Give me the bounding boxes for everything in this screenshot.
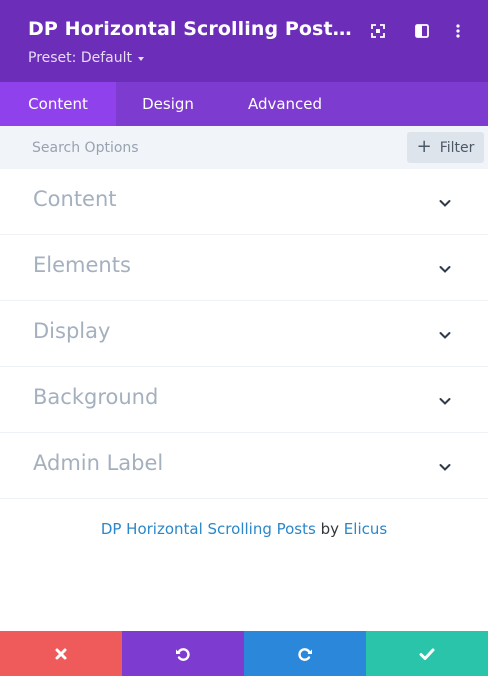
tab-label: Design bbox=[142, 95, 194, 113]
chevron-down-icon bbox=[439, 464, 451, 471]
section-label: Elements bbox=[33, 253, 131, 277]
close-icon bbox=[55, 648, 67, 659]
plus-icon: + bbox=[416, 136, 432, 157]
section-label: Background bbox=[33, 385, 159, 409]
author-link[interactable]: Elicus bbox=[344, 520, 387, 538]
redo-button[interactable] bbox=[244, 631, 366, 676]
section-admin-label[interactable]: Admin Label bbox=[0, 433, 488, 499]
caret-down-icon bbox=[137, 56, 144, 61]
settings-modal: DP Horizontal Scrolling Posts Set... Pre… bbox=[0, 0, 488, 676]
expand-icon[interactable] bbox=[367, 20, 389, 42]
section-content[interactable]: Content bbox=[0, 169, 488, 235]
filter-button[interactable]: + Filter bbox=[407, 132, 484, 163]
plugin-credit: DP Horizontal Scrolling Posts by Elicus bbox=[0, 520, 488, 538]
check-icon bbox=[419, 648, 435, 660]
chevron-down-icon bbox=[439, 266, 451, 273]
chevron-down-icon bbox=[439, 200, 451, 207]
section-label: Display bbox=[33, 319, 111, 343]
tab-design[interactable]: Design bbox=[116, 82, 220, 126]
modal-header: DP Horizontal Scrolling Posts Set... Pre… bbox=[0, 0, 488, 82]
tab-bar: Content Design Advanced bbox=[0, 82, 488, 126]
chevron-down-icon bbox=[439, 332, 451, 339]
undo-icon bbox=[176, 647, 190, 661]
section-display[interactable]: Display bbox=[0, 301, 488, 367]
section-label: Admin Label bbox=[33, 451, 164, 475]
preset-label: Preset: Default bbox=[28, 50, 132, 66]
credit-by: by bbox=[320, 520, 340, 538]
save-button[interactable] bbox=[366, 631, 488, 676]
preset-selector[interactable]: Preset: Default bbox=[28, 50, 144, 66]
more-options-icon[interactable] bbox=[447, 20, 469, 42]
action-footer bbox=[0, 631, 488, 676]
section-label: Content bbox=[33, 187, 117, 211]
sidebar-toggle-icon[interactable] bbox=[411, 20, 433, 42]
search-bar: + Filter bbox=[0, 126, 488, 169]
redo-icon bbox=[298, 647, 312, 661]
filter-label: Filter bbox=[439, 139, 475, 156]
tab-content[interactable]: Content bbox=[0, 82, 116, 126]
discard-button[interactable] bbox=[0, 631, 122, 676]
tab-label: Advanced bbox=[247, 95, 323, 113]
chevron-down-icon bbox=[439, 398, 451, 405]
search-input[interactable] bbox=[20, 133, 390, 162]
tab-label: Content bbox=[28, 95, 88, 113]
plugin-link[interactable]: DP Horizontal Scrolling Posts bbox=[101, 520, 316, 538]
undo-button[interactable] bbox=[122, 631, 244, 676]
modal-title: DP Horizontal Scrolling Posts Set... bbox=[28, 18, 358, 40]
section-background[interactable]: Background bbox=[0, 367, 488, 433]
tab-advanced[interactable]: Advanced bbox=[220, 82, 350, 126]
section-elements[interactable]: Elements bbox=[0, 235, 488, 301]
